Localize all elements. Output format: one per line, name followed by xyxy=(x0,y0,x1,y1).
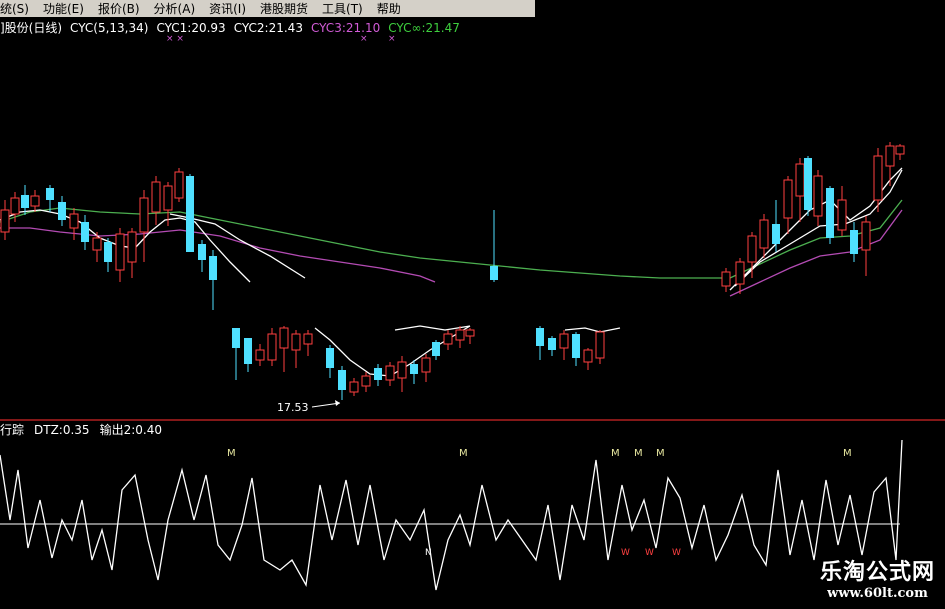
m-marker: M xyxy=(459,448,468,459)
candle-body xyxy=(385,365,395,381)
candle-body xyxy=(0,209,10,233)
candle-body xyxy=(255,349,265,361)
watermark-title: 乐淘公式网 xyxy=(819,560,935,585)
candle-body xyxy=(595,331,605,359)
candle-body xyxy=(291,333,301,351)
candle-body xyxy=(209,256,217,280)
ma-purple-line xyxy=(0,227,436,283)
candle-body xyxy=(421,357,431,373)
sub-indicator-line xyxy=(0,439,903,591)
n-marker: N xyxy=(425,548,432,558)
sub-markers: M M M M M M xyxy=(227,448,852,459)
candle-body xyxy=(804,158,812,210)
candle-body xyxy=(232,328,240,348)
ma-lower-white-2 xyxy=(394,325,471,331)
candle-body xyxy=(104,242,112,262)
w-marker: W xyxy=(621,548,630,558)
candle-body xyxy=(58,202,66,220)
svg-text:× ×: × × xyxy=(166,34,184,44)
candle-body xyxy=(861,221,871,251)
candle-body xyxy=(721,271,731,287)
candle-body xyxy=(559,333,569,349)
candle-body xyxy=(81,222,89,242)
candle-body xyxy=(115,233,125,271)
candle-body xyxy=(759,219,769,249)
candle-body xyxy=(127,231,137,263)
low-price-arrowhead xyxy=(335,400,340,406)
candle-body xyxy=(410,364,418,374)
candle-body xyxy=(735,261,745,285)
candle-body xyxy=(490,266,498,280)
candle-body xyxy=(443,333,453,345)
w-marker: W xyxy=(645,548,654,558)
sub-w-markers: W W W xyxy=(621,548,681,558)
candle-body xyxy=(536,328,544,346)
m-marker: M xyxy=(843,448,852,459)
candle-body xyxy=(279,327,289,349)
candle-body xyxy=(186,176,194,252)
ma-lines xyxy=(0,167,903,377)
candle-body xyxy=(10,197,20,215)
candle-body xyxy=(885,145,895,167)
candle-body xyxy=(374,368,382,380)
candle-body xyxy=(244,338,252,364)
m-marker: M xyxy=(656,448,665,459)
ma-lower-white-3 xyxy=(564,327,621,333)
w-marker: W xyxy=(672,548,681,558)
candle-body xyxy=(813,175,823,217)
candle-body xyxy=(795,163,805,197)
legend-markers: × × × × xyxy=(166,34,396,44)
candle-body xyxy=(151,181,161,213)
candle-body xyxy=(432,342,440,356)
candle-body xyxy=(267,333,277,361)
candle-body xyxy=(397,361,407,379)
candle-body xyxy=(850,230,858,254)
candle-body xyxy=(895,145,905,155)
candlesticks xyxy=(0,142,905,400)
m-marker: M xyxy=(227,448,236,459)
candle-body xyxy=(69,213,79,229)
candle-body xyxy=(30,195,40,207)
watermark-url: www.60lt.com xyxy=(827,586,928,601)
watermark: 乐淘公式网 www.60lt.com xyxy=(820,554,935,601)
low-price-label: 17.53 xyxy=(277,401,309,414)
candle-body xyxy=(21,195,29,208)
candle-body xyxy=(139,197,149,233)
svg-text:×: × xyxy=(360,34,368,44)
candle-body xyxy=(198,244,206,260)
candle-body xyxy=(826,188,834,238)
candle-body xyxy=(46,188,54,200)
candle-body xyxy=(455,329,465,341)
candle-body xyxy=(837,199,847,231)
m-marker: M xyxy=(634,448,643,459)
candle-body xyxy=(747,235,757,263)
candle-body xyxy=(772,224,780,244)
candle-body xyxy=(303,333,313,345)
candle-body xyxy=(349,381,359,393)
candle-body xyxy=(465,329,475,337)
candle-body xyxy=(338,370,346,390)
candle-body xyxy=(583,349,593,363)
svg-text:×: × xyxy=(388,34,396,44)
kline-chart[interactable]: × × × × 17.53 M M M M M M W W W N xyxy=(0,0,945,609)
candle-body xyxy=(326,348,334,368)
candle-body xyxy=(783,179,793,219)
m-marker: M xyxy=(611,448,620,459)
candle-body xyxy=(163,185,173,211)
candle-body xyxy=(873,155,883,201)
candle-body xyxy=(92,237,102,251)
candle-body xyxy=(548,338,556,350)
candle-body xyxy=(174,171,184,199)
candle-body xyxy=(572,334,580,358)
candle-body xyxy=(361,375,371,387)
